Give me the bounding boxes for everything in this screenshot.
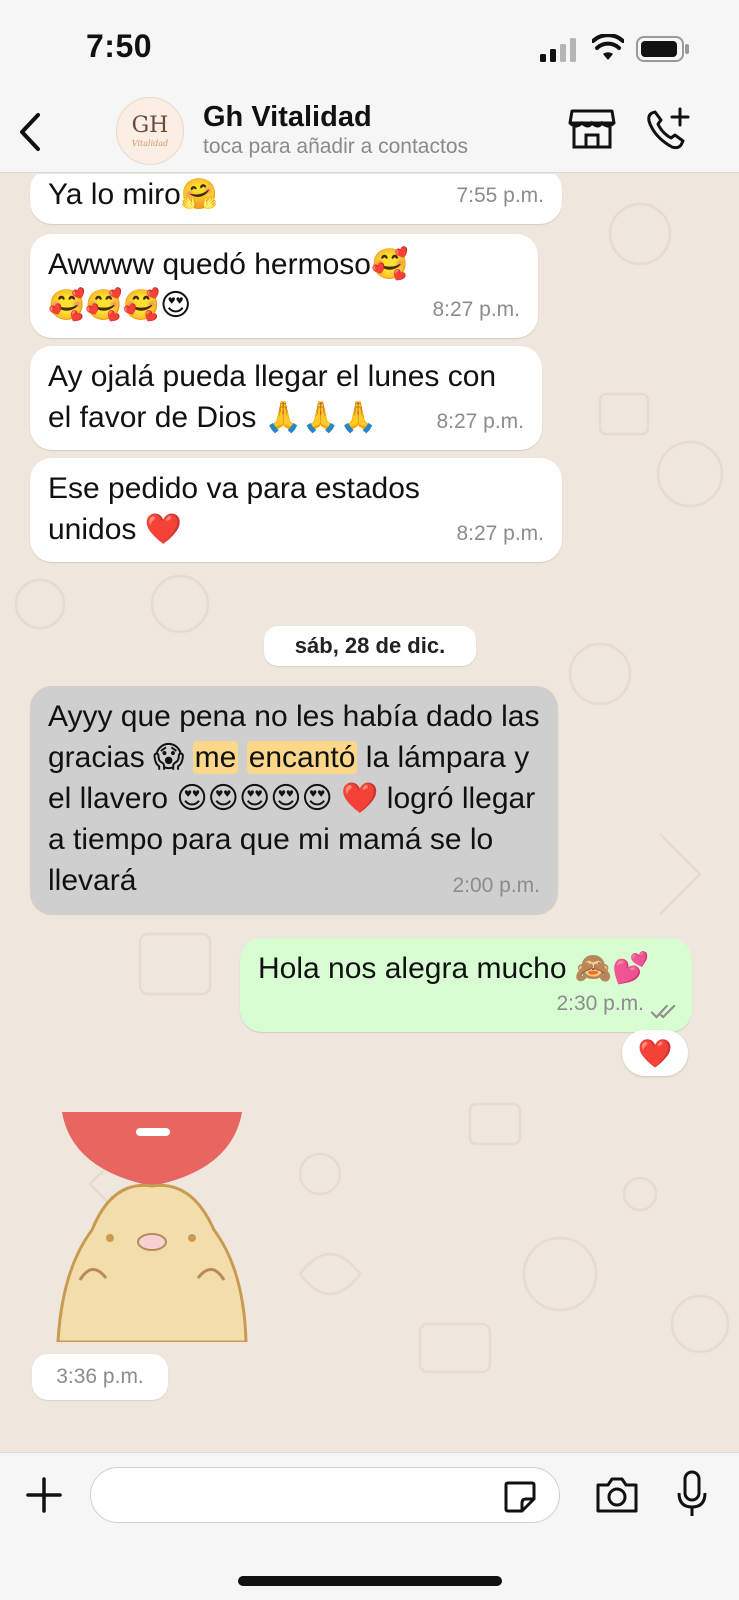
message-bubble[interactable]: Ya lo miro🤗 7:55 p.m. [30,174,562,224]
message-text: Awwww quedó hermoso🥰🥰🥰🥰😍 [48,248,409,322]
message-time: 8:27 p.m. [456,522,544,545]
contact-subtitle[interactable]: toca para añadir a contactos [203,135,468,159]
contact-name[interactable]: Gh Vitalidad [203,101,372,134]
message-bubble[interactable]: Ese pedido va para estados unidos ❤️ 8:2… [30,458,562,562]
message-time: 7:55 p.m. [456,184,544,207]
date-separator: sáb, 28 de dic. [264,626,476,666]
selected-message-bubble[interactable]: Ayyy que pena no les había dado las grac… [30,686,558,914]
outgoing-message-bubble[interactable]: Hola nos alegra mucho 🙈💕 2:30 p.m. [240,938,692,1032]
sticker-image[interactable] [52,1110,252,1342]
home-indicator[interactable] [238,1576,502,1586]
message-text: Ese pedido va para estados unidos ❤️ [48,472,420,546]
wifi-icon [592,34,624,60]
camera-icon[interactable] [594,1475,640,1515]
sticker-icon[interactable] [502,1479,538,1515]
add-call-icon[interactable] [644,105,692,153]
message-text: Ay ojalá pueda llegar el lunes con el fa… [48,360,497,434]
plus-icon[interactable] [24,1475,64,1515]
contact-avatar[interactable]: GH Vitalidad [116,97,184,165]
heart-reaction: ❤️ [637,1036,673,1070]
avatar-logo: GH [131,112,169,138]
message-text: Ya lo miro🤗 [48,178,219,211]
highlight-word: me [192,741,239,774]
message-bubble[interactable]: Awwww quedó hermoso🥰🥰🥰🥰😍 8:27 p.m. [30,234,538,338]
chat-header: GH Vitalidad Gh Vitalidad toca para añad… [0,95,739,173]
message-bubble[interactable]: Ay ojalá pueda llegar el lunes con el fa… [30,346,542,450]
sticker-time: 3:36 p.m. [32,1354,168,1400]
reaction-badge[interactable]: ❤️ [622,1030,688,1076]
message-time: 8:27 p.m. [432,298,520,321]
microphone-icon[interactable] [676,1469,708,1519]
message-time: 2:00 p.m. [452,874,540,897]
highlight-word: encantó [246,741,358,774]
message-time: 2:30 p.m. [556,992,644,1015]
message-input[interactable] [90,1467,560,1523]
business-store-icon[interactable] [568,107,616,151]
message-text: Hola nos alegra mucho 🙈💕 [258,952,650,985]
avatar-subtext: Vitalidad [131,138,169,148]
back-chevron-icon[interactable] [14,109,46,155]
signal-icon [540,38,576,62]
status-time: 7:50 [86,28,153,64]
status-bar: 7:50 [0,0,739,95]
chat-area[interactable]: Ya lo miro🤗 7:55 p.m. Awwww quedó hermos… [0,174,739,1452]
message-time: 8:27 p.m. [436,410,524,433]
double-check-icon [650,1004,676,1019]
battery-icon [636,36,689,62]
